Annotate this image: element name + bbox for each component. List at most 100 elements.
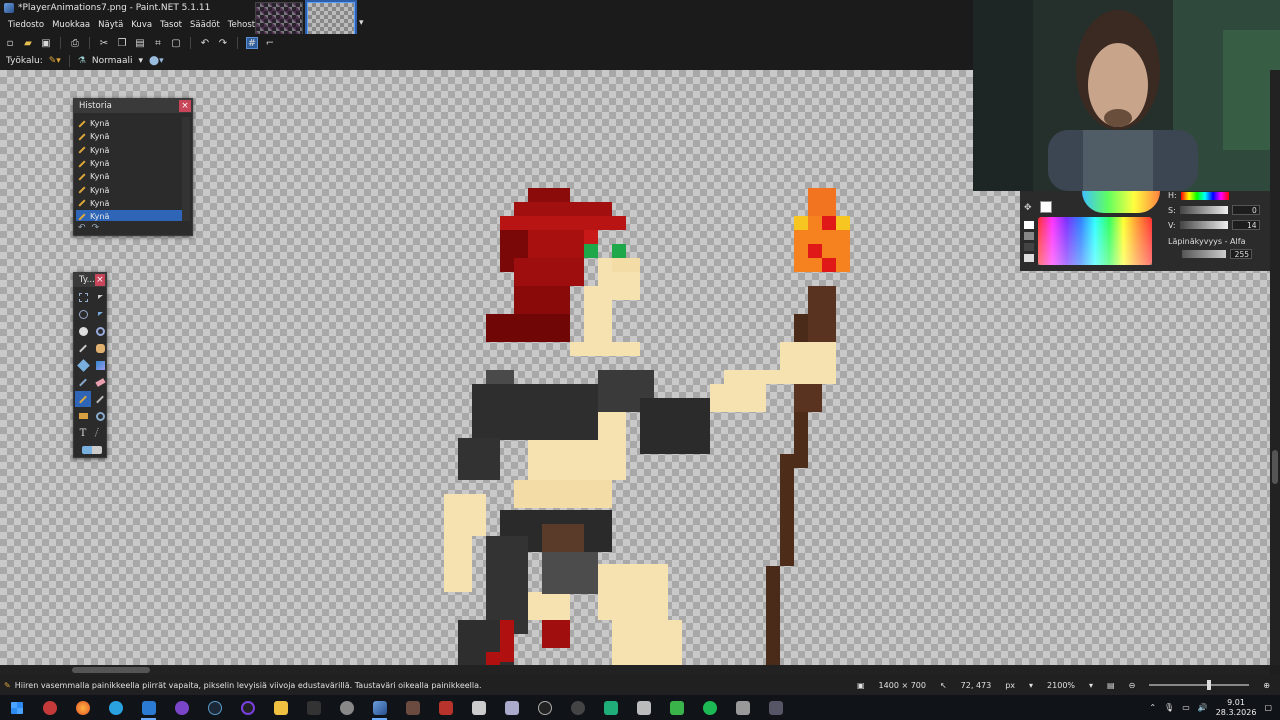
- vertical-scroll-thumb[interactable]: [1272, 450, 1278, 484]
- history-item[interactable]: Kynä: [76, 117, 182, 130]
- value-slider[interactable]: [1179, 221, 1228, 229]
- rectangle-select-tool-icon[interactable]: [75, 289, 91, 305]
- deselect-icon[interactable]: ▢: [170, 37, 182, 49]
- undo-icon[interactable]: ↶: [199, 37, 211, 49]
- taskbar-app[interactable]: [396, 695, 429, 720]
- pencil-tool-icon[interactable]: ✎▾: [49, 56, 61, 66]
- color-picker-tool-icon[interactable]: [92, 391, 108, 407]
- value-input[interactable]: 14: [1231, 220, 1260, 230]
- crop-icon[interactable]: ⌗: [152, 37, 164, 49]
- clone-stamp-tool-icon[interactable]: [75, 408, 91, 424]
- history-panel-header[interactable]: Historia ×: [74, 99, 192, 113]
- taskbar-app[interactable]: [99, 695, 132, 720]
- zoom-slider-knob[interactable]: [1207, 680, 1212, 690]
- zoom-out-icon[interactable]: ⊖: [1129, 681, 1136, 690]
- lasso-select-tool-icon[interactable]: [75, 306, 91, 322]
- taskbar-app[interactable]: [693, 695, 726, 720]
- history-item-selected[interactable]: Kynä: [76, 210, 182, 221]
- line-curve-tool-icon[interactable]: [92, 425, 108, 441]
- network-icon[interactable]: ▭: [1182, 703, 1190, 712]
- zoom-tool-icon[interactable]: [92, 323, 108, 339]
- menu-adjustments[interactable]: Säädöt: [186, 20, 224, 30]
- zoom-in-icon[interactable]: ⊕: [1263, 681, 1270, 690]
- shapes-tool-icon[interactable]: [75, 442, 108, 458]
- taskbar-app[interactable]: [363, 695, 396, 720]
- undo-icon[interactable]: ↶: [78, 223, 86, 233]
- close-icon[interactable]: ×: [94, 274, 105, 286]
- taskbar-app[interactable]: [264, 695, 297, 720]
- taskbar-app[interactable]: [330, 695, 363, 720]
- taskbar-app[interactable]: [33, 695, 66, 720]
- taskbar-app[interactable]: [594, 695, 627, 720]
- ruler-icon[interactable]: ⌐: [264, 37, 276, 49]
- menu-edit[interactable]: Muokkaa: [48, 20, 94, 30]
- microphone-icon[interactable]: 🎙: [1164, 703, 1174, 712]
- taskbar-app[interactable]: [561, 695, 594, 720]
- menu-layers[interactable]: Tasot: [156, 20, 186, 30]
- gradient-tool-icon[interactable]: [92, 357, 108, 373]
- horizontal-scrollbar[interactable]: [0, 665, 1270, 675]
- history-item[interactable]: Kynä: [76, 197, 182, 210]
- swap-colors-icon[interactable]: ✥: [1024, 203, 1032, 213]
- palette-swatch[interactable]: [1024, 243, 1034, 251]
- eraser-tool-icon[interactable]: [92, 374, 108, 390]
- units-chevron-icon[interactable]: ▾: [1029, 681, 1033, 690]
- palette-swatch[interactable]: [1024, 254, 1034, 262]
- menu-image[interactable]: Kuva: [127, 20, 156, 30]
- history-scrollbar[interactable]: [182, 117, 190, 221]
- history-item[interactable]: Kynä: [76, 157, 182, 170]
- menu-file[interactable]: Tiedosto: [4, 20, 48, 30]
- move-selection-tool-icon[interactable]: [92, 289, 108, 305]
- save-icon[interactable]: ▣: [40, 37, 52, 49]
- volume-icon[interactable]: 🔊: [1198, 703, 1208, 712]
- palette-swatch[interactable]: [1024, 221, 1034, 229]
- taskbar-app[interactable]: [198, 695, 231, 720]
- start-button[interactable]: [0, 695, 33, 720]
- blend-mode-select[interactable]: Normaali: [92, 56, 133, 66]
- primary-color-swatch[interactable]: [1040, 201, 1052, 213]
- units-select[interactable]: px: [1005, 681, 1015, 690]
- taskbar-app[interactable]: [231, 695, 264, 720]
- paint-bucket-tool-icon[interactable]: [75, 357, 91, 373]
- new-file-icon[interactable]: ▫: [4, 37, 16, 49]
- history-item[interactable]: Kynä: [76, 130, 182, 143]
- blend-mode-chevron-icon[interactable]: ▾: [138, 56, 143, 66]
- zoom-slider[interactable]: [1149, 680, 1250, 690]
- close-icon[interactable]: ×: [179, 100, 191, 112]
- taskbar-app[interactable]: [132, 695, 165, 720]
- vertical-scrollbar[interactable]: [1270, 70, 1280, 665]
- magic-wand-tool-icon[interactable]: [75, 340, 91, 356]
- history-item[interactable]: Kynä: [76, 144, 182, 157]
- saturation-slider[interactable]: [1179, 206, 1228, 214]
- color-wheel[interactable]: [1082, 191, 1160, 213]
- color-palette[interactable]: [1038, 217, 1152, 265]
- open-folder-icon[interactable]: ▰: [22, 37, 34, 49]
- notifications-icon[interactable]: ▢: [1264, 703, 1272, 712]
- zoom-level[interactable]: 2100%: [1047, 681, 1075, 690]
- text-tool-icon[interactable]: T: [75, 425, 91, 441]
- pencil-tool-icon[interactable]: [75, 391, 91, 407]
- menu-view[interactable]: Näytä: [94, 20, 127, 30]
- alpha-slider[interactable]: [1182, 250, 1226, 258]
- pixel-grid-icon[interactable]: #: [246, 37, 258, 49]
- taskbar-app[interactable]: [528, 695, 561, 720]
- cut-icon[interactable]: ✂: [98, 37, 110, 49]
- fit-window-icon[interactable]: ▤: [1107, 681, 1115, 690]
- hue-slider[interactable]: [1180, 191, 1229, 200]
- history-item[interactable]: Kynä: [76, 183, 182, 196]
- taskbar-app[interactable]: [462, 695, 495, 720]
- taskbar-app[interactable]: [726, 695, 759, 720]
- horizontal-scroll-thumb[interactable]: [72, 667, 150, 673]
- taskbar-app[interactable]: [627, 695, 660, 720]
- taskbar-app[interactable]: [66, 695, 99, 720]
- redo-icon[interactable]: ↷: [92, 223, 100, 233]
- paste-icon[interactable]: ▤: [134, 37, 146, 49]
- taskbar-app[interactable]: [660, 695, 693, 720]
- history-item[interactable]: Kynä: [76, 170, 182, 183]
- recolor-tool-icon[interactable]: [92, 408, 108, 424]
- ellipse-select-tool-icon[interactable]: [75, 323, 91, 339]
- print-icon[interactable]: ⎙: [69, 37, 81, 49]
- taskbar-app[interactable]: [165, 695, 198, 720]
- clock[interactable]: 9.01 28.3.2026: [1216, 698, 1257, 718]
- taskbar-app[interactable]: [495, 695, 528, 720]
